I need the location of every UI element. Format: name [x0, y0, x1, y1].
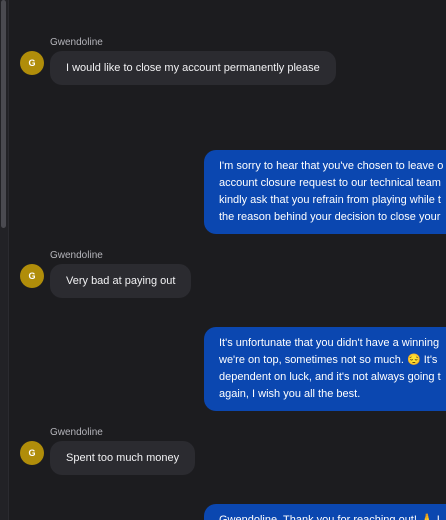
- message-line: Gwendoline, Thank you for reaching out! …: [219, 514, 440, 520]
- incoming-message-bubble: Very bad at paying out: [50, 264, 192, 298]
- chat-window: Gwendoline G I would like to close my ac…: [0, 0, 446, 520]
- sender-name: Gwendoline: [50, 37, 103, 48]
- scrollbar-thumb[interactable]: [1, 0, 6, 228]
- message-line: we're on top, sometimes not so much. 😔 I…: [219, 354, 438, 366]
- message-line: kindly ask that you refrain from playing…: [219, 194, 441, 206]
- message-line: dependent on luck, and it's not always g…: [219, 371, 441, 383]
- user-avatar: G: [20, 264, 44, 288]
- incoming-message-bubble: Spent too much money: [50, 441, 196, 475]
- message-line: I'm sorry to hear that you've chosen to …: [219, 160, 444, 172]
- scrollbar[interactable]: [0, 0, 9, 520]
- message-line: the reason behind your decision to close…: [219, 211, 441, 223]
- message-line: again, I wish you all the best.: [219, 388, 361, 400]
- sender-name: Gwendoline: [50, 427, 103, 438]
- outgoing-message-bubble: Gwendoline, Thank you for reaching out! …: [204, 504, 446, 520]
- message-line: account closure request to our technical…: [219, 177, 441, 189]
- user-avatar: G: [20, 51, 44, 75]
- outgoing-message-bubble: It's unfortunate that you didn't have a …: [204, 327, 446, 411]
- user-avatar: G: [20, 441, 44, 465]
- message-line: It's unfortunate that you didn't have a …: [219, 337, 440, 349]
- outgoing-message-bubble: I'm sorry to hear that you've chosen to …: [204, 150, 446, 234]
- incoming-message-bubble: I would like to close my account permane…: [50, 51, 336, 85]
- sender-name: Gwendoline: [50, 250, 103, 261]
